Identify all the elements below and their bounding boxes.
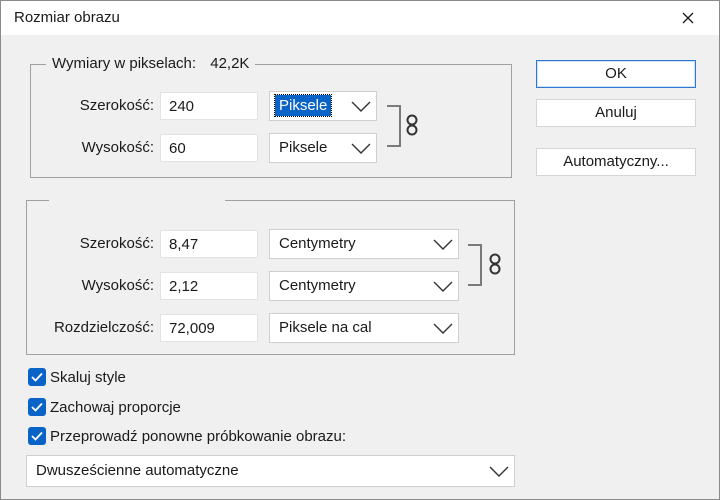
doc-height-unit-select[interactable]: Centymetry — [269, 271, 459, 301]
resolution-value: 72,009 — [169, 320, 215, 337]
title-bar: Rozmiar obrazu — [1, 1, 719, 35]
image-size-dialog: Rozmiar obrazu Wymiary w pikselach: 42,2… — [0, 0, 720, 500]
pixel-height-value: 60 — [169, 140, 186, 157]
scale-styles-label: Skaluj style — [50, 368, 126, 386]
checkmark-icon — [31, 372, 43, 382]
resample-method-value: Dwusześcienne automatyczne — [36, 462, 239, 479]
ok-button-label: OK — [605, 65, 627, 82]
resolution-label: Rozdzielczość: — [53, 319, 154, 336]
doc-link-bracket — [468, 244, 482, 286]
chain-link-icon[interactable] — [488, 253, 502, 275]
doc-height-input[interactable]: 2,12 — [160, 272, 258, 300]
constrain-proportions-label: Zachowaj proporcje — [50, 398, 181, 416]
checkmark-icon — [31, 431, 43, 441]
pixel-link-bracket — [387, 105, 401, 147]
close-icon — [682, 12, 694, 24]
scale-styles-checkbox[interactable] — [28, 368, 46, 386]
doc-width-label: Szerokość: — [79, 235, 154, 252]
close-button[interactable] — [671, 1, 705, 35]
checkmark-icon — [31, 402, 43, 412]
resample-method-select[interactable]: Dwusześcienne automatyczne — [26, 455, 515, 487]
resample-option[interactable]: Przeprowadź ponowne próbkowanie obrazu: — [28, 426, 346, 446]
cancel-button[interactable]: Anuluj — [536, 99, 696, 127]
scale-styles-option[interactable]: Skaluj style — [28, 367, 126, 387]
pixel-height-input[interactable]: 60 — [160, 134, 258, 162]
constrain-proportions-checkbox[interactable] — [28, 398, 46, 416]
pixel-width-input[interactable]: 240 — [160, 92, 258, 120]
pixel-dimensions-legend: Wymiary w pikselach: 42,2K — [46, 55, 256, 72]
auto-button-label: Automatyczny... — [563, 153, 669, 170]
doc-width-input[interactable]: 8,47 — [160, 230, 258, 258]
pixel-width-unit-select[interactable]: Piksele — [269, 91, 377, 121]
pixel-height-unit-value: Piksele — [279, 139, 328, 156]
chevron-down-icon — [351, 143, 371, 154]
doc-width-value: 8,47 — [169, 236, 199, 253]
doc-width-unit-value: Centymetry — [279, 235, 356, 252]
pixel-width-value: 240 — [169, 98, 195, 115]
doc-width-unit-select[interactable]: Centymetry — [269, 229, 459, 259]
pixel-dimensions-label: Wymiary w pikselach: — [52, 55, 197, 72]
pixel-width-unit-value: Piksele — [273, 94, 333, 117]
resolution-unit-value: Piksele na cal — [279, 319, 372, 336]
doc-height-unit-value: Centymetry — [279, 277, 356, 294]
pixel-width-label: Szerokość: — [79, 97, 154, 114]
chevron-down-icon — [433, 323, 453, 334]
cancel-button-label: Anuluj — [595, 104, 637, 121]
resample-checkbox[interactable] — [28, 427, 46, 445]
pixel-height-unit-select[interactable]: Piksele — [269, 133, 377, 163]
chevron-down-icon — [433, 239, 453, 250]
pixel-dimensions-value: 42,2K — [210, 55, 250, 72]
pixel-height-label: Wysokość: — [81, 139, 154, 156]
resolution-input[interactable]: 72,009 — [160, 314, 258, 342]
resample-label: Przeprowadź ponowne próbkowanie obrazu: — [50, 427, 347, 445]
chevron-down-icon — [489, 466, 509, 477]
ok-button[interactable]: OK — [536, 60, 696, 88]
dialog-title: Rozmiar obrazu — [14, 9, 120, 26]
auto-button[interactable]: Automatyczny... — [536, 148, 696, 176]
chain-link-icon[interactable] — [405, 114, 419, 136]
doc-height-value: 2,12 — [169, 278, 199, 295]
document-size-legend — [49, 191, 225, 209]
constrain-proportions-option[interactable]: Zachowaj proporcje — [28, 397, 181, 417]
chevron-down-icon — [433, 281, 453, 292]
resolution-unit-select[interactable]: Piksele na cal — [269, 313, 459, 343]
doc-height-label: Wysokość: — [81, 277, 154, 294]
chevron-down-icon — [351, 101, 371, 112]
